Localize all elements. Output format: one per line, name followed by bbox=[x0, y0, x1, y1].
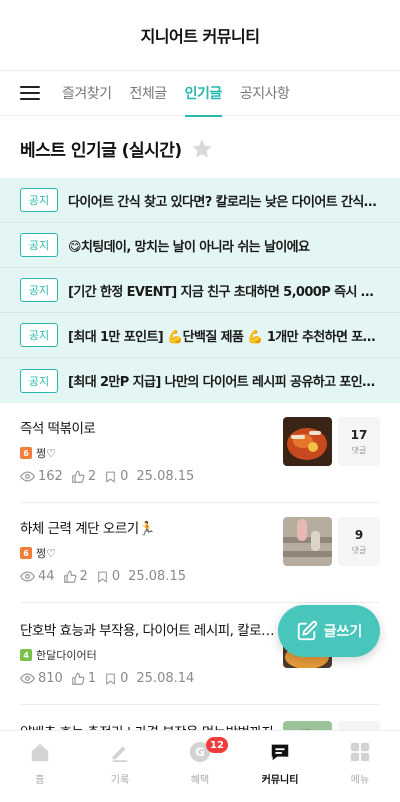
svg-text:G: G bbox=[195, 745, 205, 759]
like-count: 1 bbox=[87, 671, 97, 686]
post-item[interactable]: 하체 근력 계단 오르기🏃 6 쩡♡ 44 2 0 25.08.15 9 댓글 bbox=[20, 503, 380, 603]
post-stats: 162 2 0 25.08.15 bbox=[20, 469, 202, 484]
notice-badge: 공지 bbox=[20, 323, 58, 347]
nav-label: 기록 bbox=[110, 775, 130, 786]
like-count: 2 bbox=[87, 469, 97, 484]
bookmark-icon bbox=[106, 471, 115, 483]
notice-item[interactable]: 공지 [기간 한정 EVENT] 지금 친구 초대하면 5,000P 즉시 지급 bbox=[0, 268, 400, 313]
post-date: 25.08.15 bbox=[136, 469, 195, 484]
comment-count: 9 bbox=[354, 527, 364, 542]
nav-benefits[interactable]: G 12 혜택 bbox=[160, 731, 240, 802]
hamburger-menu-icon[interactable] bbox=[20, 86, 40, 100]
nav-menu[interactable]: 메뉴 bbox=[320, 731, 400, 802]
author-name: 한달다이어터 bbox=[36, 649, 97, 662]
nav-home[interactable]: 홈 bbox=[0, 731, 80, 802]
post-thumbnail[interactable] bbox=[283, 517, 332, 566]
section-title: 베스트 인기글 (실시간) bbox=[20, 141, 182, 161]
level-badge: 6 bbox=[20, 447, 32, 459]
notice-title[interactable]: [최대 1만 포인트] 💪단백질 제품 💪 1개만 추천하면 포인트 지급 bbox=[68, 326, 380, 345]
star-icon[interactable] bbox=[190, 137, 214, 161]
notice-item[interactable]: 공지 다이어트 간식 찾고 있다면? 칼로리는 낮은 다이어트 간식 모음 bbox=[0, 178, 400, 223]
post-item[interactable]: 즉석 떡볶이로 6 쩡♡ 162 2 0 25.08.15 17 댓글 bbox=[20, 403, 380, 503]
pencil-icon bbox=[108, 740, 132, 764]
section-header: 베스트 인기글 (실시간) bbox=[20, 136, 214, 161]
post-title[interactable]: 단호박 효능과 부작용, 다이어트 레시피, 칼로리 총정리 bbox=[20, 619, 275, 639]
bookmark-count: 0 bbox=[120, 671, 129, 686]
thumbs-up-icon bbox=[71, 470, 85, 483]
bookmark-icon bbox=[97, 571, 107, 583]
view-count: 162 bbox=[38, 469, 63, 484]
bookmark-count: 0 bbox=[120, 469, 129, 484]
eye-icon bbox=[20, 673, 35, 684]
bookmark-count: 0 bbox=[111, 569, 121, 584]
comment-count-box[interactable]: 17 댓글 bbox=[338, 417, 380, 466]
notice-badge: 공지 bbox=[20, 233, 58, 257]
notice-title[interactable]: 😋치팅데이, 망치는 날이 아니라 쉬는 날이에요 bbox=[68, 236, 380, 255]
nav-record[interactable]: 기록 bbox=[80, 731, 160, 802]
comment-count-box[interactable]: 9 댓글 bbox=[338, 517, 380, 566]
bookmark-icon bbox=[106, 673, 115, 685]
comment-label: 댓글 bbox=[351, 445, 367, 455]
post-author: 4 한달다이어터 bbox=[20, 647, 97, 663]
nav-label: 커뮤니티 bbox=[261, 775, 299, 786]
notice-badge: 공지 bbox=[20, 278, 58, 302]
level-badge: 4 bbox=[20, 649, 32, 661]
notice-title[interactable]: 다이어트 간식 찾고 있다면? 칼로리는 낮은 다이어트 간식 모음 bbox=[68, 191, 380, 210]
post-date: 25.08.15 bbox=[128, 569, 186, 584]
view-count: 810 bbox=[38, 671, 63, 686]
comment-label: 댓글 bbox=[351, 545, 367, 555]
notice-badge: 공지 bbox=[20, 188, 58, 212]
like-count: 2 bbox=[79, 569, 88, 584]
notice-list: 공지 다이어트 간식 찾고 있다면? 칼로리는 낮은 다이어트 간식 모음 공지… bbox=[0, 178, 400, 403]
nav-label: 메뉴 bbox=[350, 775, 370, 786]
view-count: 44 bbox=[38, 569, 55, 584]
notice-title[interactable]: [기간 한정 EVENT] 지금 친구 초대하면 5,000P 즉시 지급 bbox=[68, 281, 380, 300]
level-badge: 6 bbox=[20, 547, 32, 559]
notice-item[interactable]: 공지 [최대 2만P 지급] 나만의 다이어트 레시피 공유하고 포인트 받기 bbox=[0, 358, 400, 403]
chat-icon bbox=[268, 740, 292, 764]
author-name: 쩡♡ bbox=[36, 547, 56, 560]
notice-item[interactable]: 공지 😋치팅데이, 망치는 날이 아니라 쉬는 날이에요 bbox=[0, 223, 400, 268]
post-title[interactable]: 즉석 떡볶이로 bbox=[20, 417, 275, 437]
post-date: 25.08.14 bbox=[136, 671, 195, 686]
post-stats: 810 1 0 25.08.14 bbox=[20, 671, 202, 686]
notification-badge: 12 bbox=[206, 737, 228, 753]
write-post-label: 글쓰기 bbox=[323, 624, 363, 640]
tab-notices[interactable]: 공지사항 bbox=[240, 70, 290, 116]
app-header: 지니어트 커뮤니티 bbox=[0, 0, 400, 70]
tab-favorites[interactable]: 즐겨찾기 bbox=[62, 70, 112, 116]
comment-count: 17 bbox=[350, 427, 368, 442]
bottom-navigation: 홈 기록 G 12 혜택 커뮤니티 메뉴 bbox=[0, 730, 400, 802]
nav-community[interactable]: 커뮤니티 bbox=[240, 731, 320, 802]
author-name: 쩡♡ bbox=[36, 447, 56, 460]
post-author: 6 쩡♡ bbox=[20, 545, 56, 561]
eye-icon bbox=[20, 571, 35, 582]
tab-bar: 즐겨찾기 전체글 인기글 공지사항 bbox=[0, 70, 400, 117]
page-title: 지니어트 커뮤니티 bbox=[140, 27, 260, 46]
tab-all-posts[interactable]: 전체글 bbox=[130, 70, 168, 116]
home-icon bbox=[28, 740, 52, 764]
grid-icon bbox=[348, 740, 372, 764]
edit-icon bbox=[297, 620, 317, 641]
notice-title[interactable]: [최대 2만P 지급] 나만의 다이어트 레시피 공유하고 포인트 받기 bbox=[68, 371, 380, 390]
nav-label: 혜택 bbox=[190, 775, 210, 786]
post-author: 6 쩡♡ bbox=[20, 445, 56, 461]
tab-popular[interactable]: 인기글 bbox=[184, 70, 222, 117]
nav-label: 홈 bbox=[35, 775, 45, 786]
notice-badge: 공지 bbox=[20, 368, 58, 393]
post-stats: 44 2 0 25.08.15 bbox=[20, 569, 194, 584]
eye-icon bbox=[20, 471, 35, 482]
notice-item[interactable]: 공지 [최대 1만 포인트] 💪단백질 제품 💪 1개만 추천하면 포인트 지급 bbox=[0, 313, 400, 358]
post-title[interactable]: 하체 근력 계단 오르기🏃 bbox=[20, 517, 275, 537]
post-thumbnail[interactable] bbox=[283, 417, 332, 466]
write-post-button[interactable]: 글쓰기 bbox=[278, 605, 380, 657]
thumbs-up-icon bbox=[63, 570, 76, 583]
thumbs-up-icon bbox=[71, 672, 85, 685]
